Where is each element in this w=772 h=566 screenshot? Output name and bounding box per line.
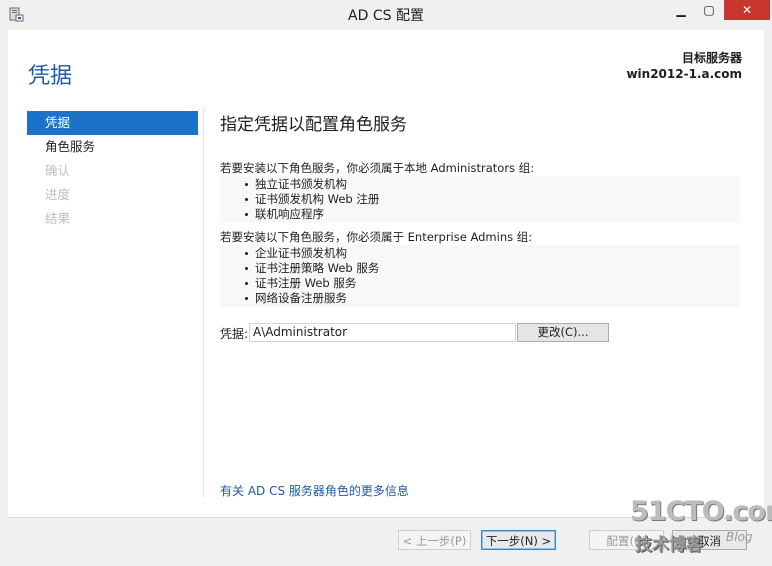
ad-cs-config-window: AD CS 配置 ▁ ▢ ✕ 凭据 目标服务器 win2012-1.a.com … bbox=[0, 0, 772, 566]
local-admin-list: 独立证书颁发机构 证书颁发机构 Web 注册 联机响应程序 bbox=[220, 176, 740, 223]
local-admin-lead: 若要安装以下角色服务，你必须属于本地 Administrators 组: bbox=[220, 161, 535, 175]
page-title: 凭据 bbox=[28, 64, 73, 89]
enterprise-admin-group: 若要安装以下角色服务，你必须属于 Enterprise Admins 组: 企业… bbox=[220, 229, 740, 307]
enterprise-admin-lead: 若要安装以下角色服务，你必须属于 Enterprise Admins 组: bbox=[220, 230, 533, 244]
configure-button: 配置(C) bbox=[589, 530, 664, 550]
list-item: 网络设备注册服务 bbox=[220, 291, 740, 306]
credentials-field[interactable]: A\Administrator bbox=[249, 323, 516, 342]
maximize-icon: ▢ bbox=[703, 3, 715, 17]
next-button[interactable]: 下一步(N) > bbox=[481, 530, 556, 550]
list-item: 联机响应程序 bbox=[220, 207, 740, 222]
nav-item-credentials[interactable]: 凭据 bbox=[27, 111, 198, 135]
target-server-value: win2012-1.a.com bbox=[626, 67, 742, 81]
window-title: AD CS 配置 bbox=[348, 8, 424, 24]
list-item: 企业证书颁发机构 bbox=[220, 246, 740, 261]
section-heading: 指定凭据以配置角色服务 bbox=[220, 115, 407, 135]
list-item: 证书颁发机构 Web 注册 bbox=[220, 192, 740, 207]
nav-divider bbox=[203, 108, 204, 498]
more-info-link[interactable]: 有关 AD CS 服务器角色的更多信息 bbox=[220, 482, 409, 499]
list-item: 证书注册 Web 服务 bbox=[220, 276, 740, 291]
list-item: 证书注册策略 Web 服务 bbox=[220, 261, 740, 276]
close-icon: ✕ bbox=[741, 3, 753, 17]
wizard-footer: < 上一步(P) 下一步(N) > 配置(C) 取消 bbox=[8, 517, 764, 559]
credentials-label: 凭据: bbox=[220, 327, 249, 341]
title-bar[interactable]: AD CS 配置 ▁ ▢ ✕ bbox=[0, 0, 772, 30]
nav-item-progress: 进度 bbox=[45, 187, 71, 202]
nav-item-confirmation: 确认 bbox=[45, 163, 71, 178]
wizard-nav: 凭据 角色服务 确认 进度 结果 bbox=[27, 111, 198, 231]
cancel-button[interactable]: 取消 bbox=[672, 530, 747, 550]
wizard-content: 凭据 目标服务器 win2012-1.a.com 凭据 角色服务 确认 进度 结… bbox=[8, 30, 764, 559]
list-item: 独立证书颁发机构 bbox=[220, 177, 740, 192]
minimize-button[interactable]: ▁ bbox=[667, 0, 695, 20]
enterprise-admin-list: 企业证书颁发机构 证书注册策略 Web 服务 证书注册 Web 服务 网络设备注… bbox=[220, 245, 740, 307]
previous-button: < 上一步(P) bbox=[398, 530, 471, 550]
close-button[interactable]: ✕ bbox=[724, 0, 770, 20]
nav-item-role-services[interactable]: 角色服务 bbox=[27, 135, 198, 159]
change-credentials-button[interactable]: 更改(C)... bbox=[517, 323, 609, 342]
local-admin-group: 若要安装以下角色服务，你必须属于本地 Administrators 组: 独立证… bbox=[220, 160, 740, 223]
minimize-icon: ▁ bbox=[676, 3, 686, 17]
target-server-label: 目标服务器 bbox=[681, 51, 742, 65]
maximize-button[interactable]: ▢ bbox=[695, 0, 723, 20]
nav-item-results: 结果 bbox=[45, 211, 71, 226]
